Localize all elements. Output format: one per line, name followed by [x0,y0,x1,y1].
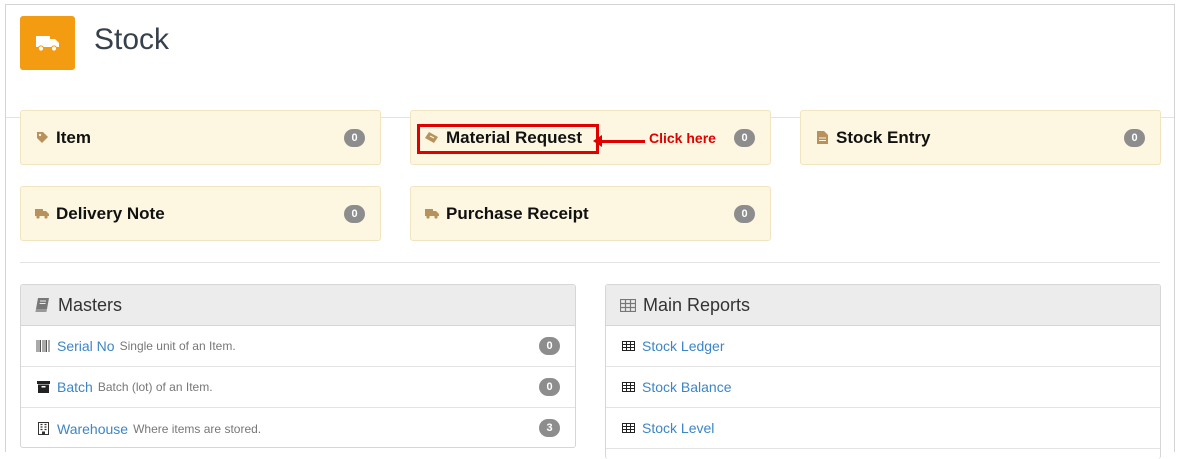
warehouse-description: Where items are stored. [133,421,262,436]
main-reports-panel: Main Reports Stock Ledger Stock Balance … [605,284,1161,459]
warehouse-link[interactable]: Warehouse [57,421,128,437]
count-badge: 0 [1124,129,1145,147]
stock-level-link[interactable]: Stock Level [642,420,714,436]
list-item-batch[interactable]: Batch Batch (lot) of an Item. 0 [21,367,575,408]
count-badge: 0 [734,129,755,147]
list-item-stock-level[interactable]: Stock Level [606,408,1160,449]
table-icon [621,380,635,394]
count-badge: 3 [539,419,560,437]
serial-no-link[interactable]: Serial No [57,338,115,354]
list-item-stock-ledger[interactable]: Stock Ledger [606,326,1160,367]
card-material-request[interactable]: Material Request Click here 0 [410,110,771,165]
count-badge: 0 [539,378,560,396]
card-stock-entry[interactable]: Stock Entry 0 [800,110,1161,165]
masters-header: Masters [21,285,575,326]
section-divider [20,262,1160,263]
list-item-warehouse[interactable]: Warehouse Where items are stored. 3 [21,408,575,447]
truck-icon [425,206,439,220]
main-reports-title: Main Reports [643,294,751,315]
table-icon [620,298,637,313]
count-badge: 0 [344,205,365,223]
masters-title: Masters [58,294,123,315]
card-delivery-note[interactable]: Delivery Note 0 [20,186,381,241]
count-badge: 0 [734,205,755,223]
card-label: Purchase Receipt [446,204,589,223]
stock-page: Stock Item 0 Material Request Click here… [5,4,1175,459]
card-label: Delivery Note [56,204,165,223]
serial-no-description: Single unit of an Item. [119,339,236,353]
list-item-stock-balance[interactable]: Stock Balance [606,367,1160,408]
module-icon [20,16,75,70]
table-icon [621,339,635,353]
card-item[interactable]: Item 0 [20,110,381,165]
barcode-icon [36,339,50,353]
file-icon [815,130,829,144]
arrow-annotation [593,135,645,147]
archive-icon [36,380,50,394]
tag-icon [35,130,49,144]
stock-balance-link[interactable]: Stock Balance [642,379,732,395]
card-label: Stock Entry [836,128,931,147]
batch-description: Batch (lot) of an Item. [97,380,213,394]
truck-icon [35,206,49,220]
batch-link[interactable]: Batch [57,379,93,395]
count-badge: 0 [539,337,560,355]
building-icon [36,422,50,436]
page-title: Stock [94,23,170,56]
book-icon [35,298,52,313]
stock-ledger-link[interactable]: Stock Ledger [642,338,725,354]
highlight-box [417,124,599,154]
table-icon [621,421,635,435]
truck-icon [35,36,59,52]
masters-panel: Masters Serial No Single unit of an Item… [20,284,576,448]
main-reports-header: Main Reports [606,285,1160,326]
card-purchase-receipt[interactable]: Purchase Receipt 0 [410,186,771,241]
click-here-annotation: Click here [649,130,716,146]
card-label: Item [56,128,91,147]
count-badge: 0 [344,129,365,147]
page-header: Stock [6,5,1174,118]
list-item-serial-no[interactable]: Serial No Single unit of an Item. 0 [21,326,575,367]
